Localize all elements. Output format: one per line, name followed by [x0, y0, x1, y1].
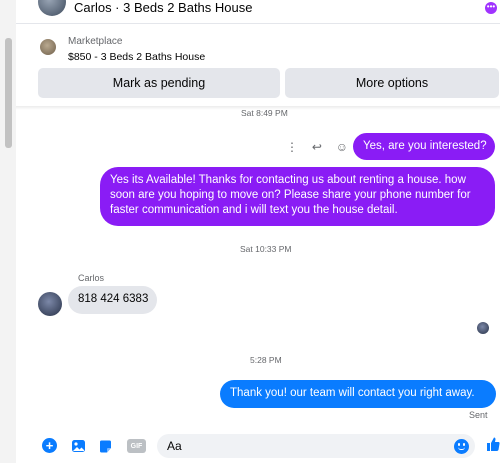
scrollbar[interactable]: [0, 0, 16, 463]
messenger-window: Carlos · 3 Beds 2 Baths House ••• Market…: [0, 0, 500, 463]
gif-icon[interactable]: GIF: [127, 439, 146, 453]
thumbs-up-icon[interactable]: [486, 436, 500, 457]
plus-icon[interactable]: +: [42, 438, 57, 453]
outgoing-message[interactable]: Yes its Available! Thanks for contacting…: [100, 167, 495, 226]
sticker-icon[interactable]: [97, 438, 113, 454]
marketplace-card: Marketplace $850 - 3 Beds 2 Baths House …: [16, 32, 500, 106]
ellipsis-icon[interactable]: •••: [485, 2, 497, 14]
emoji-icon[interactable]: [454, 439, 469, 454]
scrollbar-thumb[interactable]: [5, 38, 12, 148]
incoming-message[interactable]: 818 424 6383: [68, 286, 157, 314]
sender-name: Carlos: [78, 273, 105, 283]
timestamp: Sat 8:49 PM: [241, 108, 288, 118]
more-vertical-icon[interactable]: ⋮: [286, 140, 298, 154]
contact-avatar[interactable]: [38, 0, 66, 16]
message-input[interactable]: [157, 434, 475, 458]
outgoing-message[interactable]: Yes, are you interested?: [353, 133, 495, 160]
mark-as-pending-button[interactable]: Mark as pending: [38, 68, 280, 98]
timestamp: Sat 10:33 PM: [240, 244, 292, 254]
message-actions: ⋮ ↩ ☺: [286, 138, 348, 156]
marketplace-label: Marketplace: [68, 36, 123, 47]
conversation-title[interactable]: Carlos · 3 Beds 2 Baths House: [74, 0, 252, 15]
sender-avatar[interactable]: [38, 292, 62, 316]
seen-indicator-avatar: [477, 322, 489, 334]
timestamp: 5:28 PM: [250, 355, 282, 365]
listing-thumbnail[interactable]: [40, 39, 56, 55]
conversation-header: Carlos · 3 Beds 2 Baths House •••: [16, 0, 500, 24]
listing-title[interactable]: $850 - 3 Beds 2 Baths House: [68, 51, 205, 63]
message-status: Sent: [469, 410, 488, 420]
image-icon[interactable]: [70, 438, 86, 454]
outgoing-message[interactable]: Thank you! our team will contact you rig…: [220, 380, 496, 408]
more-options-button[interactable]: More options: [285, 68, 499, 98]
message-composer: + GIF: [16, 428, 500, 463]
reply-icon[interactable]: ↩: [312, 140, 322, 154]
react-emoji-icon[interactable]: ☺: [336, 140, 348, 154]
